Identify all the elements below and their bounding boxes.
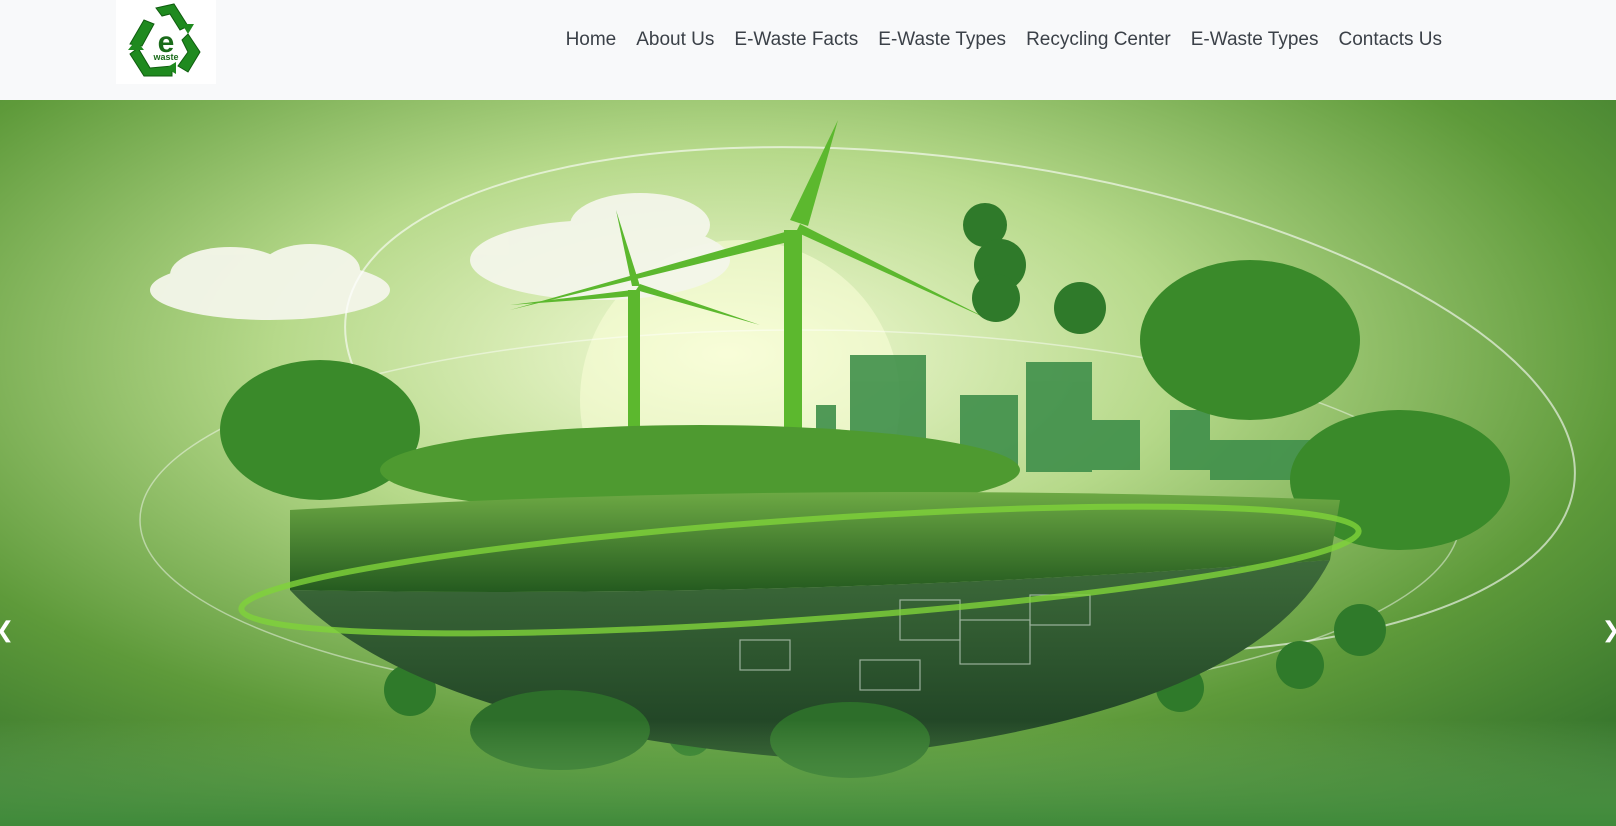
nav-contacts-us[interactable]: Contacts Us — [1329, 27, 1452, 53]
hero-carousel: ❮ ❯ — [0, 100, 1616, 826]
chevron-left-icon: ❮ — [0, 618, 14, 643]
carousel-next-button[interactable]: ❯ — [1598, 600, 1616, 660]
site-logo[interactable]: e waste — [116, 0, 216, 84]
nav-e-waste-facts[interactable]: E-Waste Facts — [724, 27, 868, 53]
svg-text:waste: waste — [152, 52, 178, 62]
nav-recycling-center[interactable]: Recycling Center — [1016, 27, 1181, 53]
hero-slide-image — [0, 100, 1616, 826]
nav-home[interactable]: Home — [556, 27, 627, 53]
carousel-prev-button[interactable]: ❮ — [0, 600, 18, 660]
recycle-logo-icon: e waste — [128, 3, 201, 77]
nav-e-waste-types-2[interactable]: E-Waste Types — [1181, 27, 1329, 53]
chevron-right-icon: ❯ — [1602, 618, 1616, 643]
main-nav: Home About Us E-Waste Facts E-Waste Type… — [556, 27, 1452, 53]
nav-e-waste-types[interactable]: E-Waste Types — [868, 27, 1016, 53]
nav-about-us[interactable]: About Us — [626, 27, 724, 53]
navbar: e waste Home About Us E-Waste Facts E-Wa… — [0, 0, 1616, 100]
